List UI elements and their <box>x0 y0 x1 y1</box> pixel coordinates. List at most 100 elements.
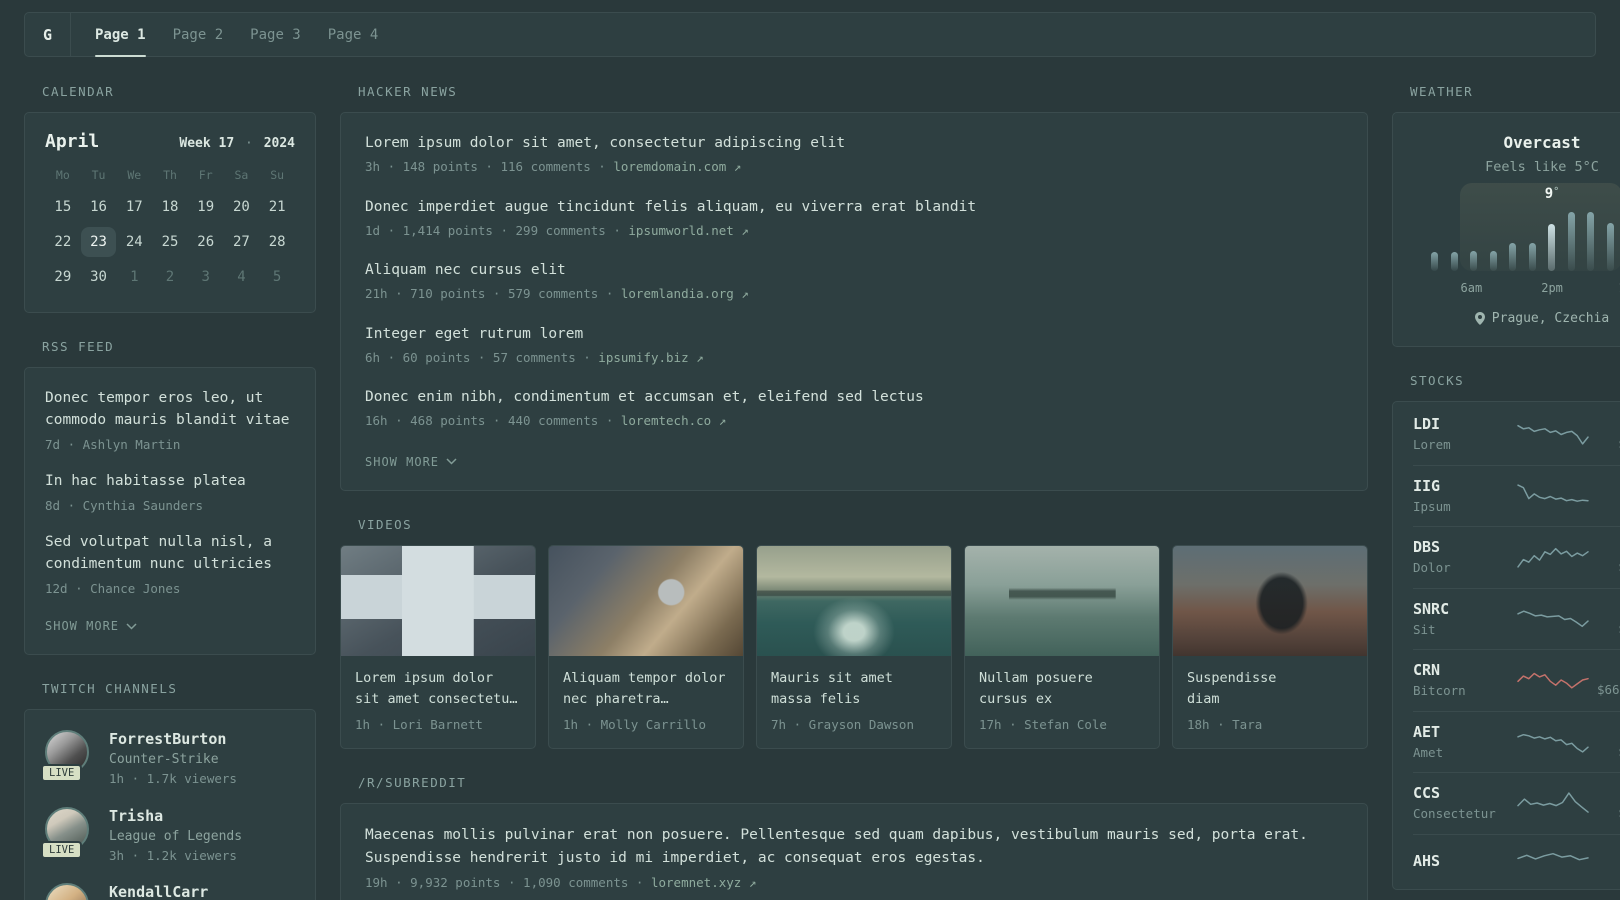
tab-page-3[interactable]: Page 3 <box>250 13 301 56</box>
calendar-day: 17 <box>125 199 143 215</box>
hn-item-title[interactable]: Aliquam nec cursus elit <box>365 260 1343 281</box>
stock-row[interactable]: SNRC Sit +1.36% $148.64 <box>1413 587 1620 650</box>
calendar-widget: CALENDAR April Week 17 · 2024 Mo Tu We Th Fr… <box>24 84 316 313</box>
tab-page-4[interactable]: Page 4 <box>328 13 379 56</box>
video-card[interactable]: Mauris sit amet massa felis 7h · Grayson … <box>756 544 952 749</box>
app-logo: G <box>25 13 71 56</box>
hn-item-title[interactable]: Donec enim nibh, condimentum et accumsan… <box>365 387 1343 408</box>
weather-bar <box>1489 251 1497 271</box>
avatar: LIVE <box>45 883 93 900</box>
stock-info: DBS Dolor <box>1413 538 1509 577</box>
hn-item-domain[interactable]: ipsumworld.net ↗ <box>628 223 748 238</box>
stock-symbol[interactable]: CCS <box>1413 784 1509 802</box>
video-meta: 1h · Molly Carrillo <box>563 717 706 733</box>
reddit-post-title[interactable]: Maecenas mollis pulvinar erat non posuer… <box>365 824 1343 870</box>
video-thumbnail <box>965 545 1159 656</box>
calendar-day: 20 <box>232 199 250 215</box>
video-info: Suspendisse diam 18h · Tara <box>1173 656 1367 748</box>
hacker-news-section-title: HACKER NEWS <box>358 84 458 99</box>
rss-item-meta: 8d · Cynthia Saunders <box>45 497 204 513</box>
stock-price: $156.28 <box>1597 558 1620 576</box>
reddit-widget: /R/SUBREDDIT Maecenas mollis pulvinar er… <box>340 775 1368 900</box>
stock-values: +4.35% $795.18 <box>1597 416 1620 453</box>
channel-info: ForrestBurton Counter-Strike 1h · 1.7k vie… <box>109 730 237 788</box>
calendar-weekday: Sa <box>234 168 249 182</box>
stock-values: +0.51% $165.84 <box>1597 785 1620 822</box>
weather-bar <box>1567 212 1575 271</box>
avatar: LIVE <box>41 806 93 859</box>
video-title[interactable]: Lorem ipsum dolor sit amet consectetu… <box>355 668 521 710</box>
video-card[interactable]: Suspendisse diam 18h · Tara <box>1172 544 1368 749</box>
calendar-day: 4 <box>237 269 246 285</box>
stock-symbol[interactable]: AHS <box>1413 852 1509 870</box>
hn-item-domain[interactable]: loremdomain.com ↗ <box>613 159 741 174</box>
channel-name[interactable]: Trisha <box>109 807 242 825</box>
rss-item-title[interactable]: Donec tempor eros leo, ut commodo mauris… <box>45 388 295 432</box>
tab-page-1[interactable]: Page 1 <box>95 13 146 57</box>
stock-symbol[interactable]: LDI <box>1413 415 1509 433</box>
calendar-month: April <box>45 131 100 152</box>
video-title[interactable]: Nullam posuere cursus ex <box>979 668 1145 710</box>
stock-row[interactable]: LDI Lorem +4.35% $795.18 <box>1413 404 1620 465</box>
videos-section-title: VIDEOS <box>358 516 413 532</box>
twitch-channel[interactable]: LIVE ForrestBurton Counter-Strike 1h · 1.7k… <box>41 730 295 788</box>
rss-item-title[interactable]: In hac habitasse platea <box>45 471 295 493</box>
hn-item-title[interactable]: Lorem ipsum dolor sit amet, consectetur … <box>365 133 1343 154</box>
video-thumbnail <box>341 545 535 656</box>
stock-row[interactable]: AET Amet +0.92% $499.72 <box>1413 710 1620 773</box>
hn-item-title[interactable]: Integer eget rutrum lorem <box>365 324 1343 345</box>
stock-name: Bitcorn <box>1413 683 1466 698</box>
stock-row[interactable]: AHS +0.46% <box>1413 833 1620 887</box>
video-info: Nullam posuere cursus ex 17h · Stefan Col… <box>965 656 1159 748</box>
hn-item-domain[interactable]: loremtech.co ↗ <box>621 413 726 428</box>
hn-item-meta: 6h · 60 points · 57 comments · ipsumify.… <box>365 349 704 365</box>
tab-page-2[interactable]: Page 2 <box>173 13 224 56</box>
chevron-down-icon <box>126 623 137 630</box>
video-card[interactable]: Nullam posuere cursus ex 17h · Stefan Col… <box>964 544 1160 749</box>
reddit-post-domain[interactable]: loremnet.xyz ↗ <box>651 875 756 890</box>
stock-row[interactable]: CCS Consectetur +0.51% $165.84 <box>1413 772 1620 834</box>
stock-name: Sit <box>1413 621 1436 637</box>
video-title[interactable]: Mauris sit amet massa felis <box>771 668 937 710</box>
videos-row: Lorem ipsum dolor sit amet consectetu… 1h… <box>340 544 1368 749</box>
rss-item-title[interactable]: Sed volutpat nulla nisl, a condimentum n… <box>45 532 295 576</box>
stock-symbol[interactable]: SNRC <box>1413 600 1509 618</box>
stock-symbol[interactable]: CRN <box>1413 661 1509 679</box>
stock-row[interactable]: IIG Ipsum +2.84% $42.04 <box>1413 464 1620 527</box>
stock-symbol[interactable]: AET <box>1413 723 1509 741</box>
calendar-day: 18 <box>161 199 179 215</box>
calendar-week-number: 17 <box>218 136 235 151</box>
reddit-post-meta: 19h · 9,932 points · 1,090 comments · lo… <box>365 875 757 891</box>
channel-name[interactable]: KendallCarr <box>109 883 208 900</box>
channel-name[interactable]: ForrestBurton <box>109 730 237 748</box>
hn-item-domain[interactable]: loremlandia.org ↗ <box>621 286 749 301</box>
video-title[interactable]: Aliquam tempor dolor nec pharetra… <box>563 668 729 710</box>
stock-sparkline <box>1517 852 1589 860</box>
stock-row[interactable]: CRN Bitcorn -1.00% $66,171.48 <box>1413 649 1620 711</box>
channel-info: KendallCarr <box>109 883 208 900</box>
stock-symbol[interactable]: DBS <box>1413 538 1509 556</box>
twitch-channel[interactable]: LIVE KendallCarr <box>45 883 295 900</box>
stock-values: +1.36% $148.64 <box>1597 601 1620 638</box>
video-card[interactable]: Aliquam tempor dolor nec pharetra… 1h · M… <box>548 544 744 749</box>
twitch-section-title: TWITCH CHANNELS <box>42 681 178 697</box>
calendar-weekday: Tu <box>91 168 106 182</box>
stock-row[interactable]: DBS Dolor +1.42% $156.28 <box>1413 526 1620 588</box>
hn-item: Aliquam nec cursus elit 21h · 710 points … <box>365 260 1343 303</box>
stock-symbol[interactable]: IIG <box>1413 477 1509 495</box>
hn-show-more-button[interactable]: SHOW MORE <box>365 455 457 469</box>
video-card[interactable]: Lorem ipsum dolor sit amet consectetu… 1h… <box>340 544 536 749</box>
calendar-weekday: We <box>127 168 142 182</box>
video-title[interactable]: Suspendisse diam <box>1187 668 1353 710</box>
rss-show-more-button[interactable]: SHOW MORE <box>45 619 137 633</box>
calendar-day: 21 <box>268 199 286 215</box>
hn-item-domain[interactable]: ipsumify.biz ↗ <box>598 350 703 365</box>
stock-sparkline <box>1517 548 1589 568</box>
reddit-card: Maecenas mollis pulvinar erat non posuer… <box>340 802 1368 900</box>
calendar-day: 2 <box>165 269 175 285</box>
video-meta: 1h · Lori Barnett <box>355 717 483 733</box>
twitch-channel[interactable]: LIVE Trisha League of Legends 3h · 1.2k vie… <box>41 806 295 865</box>
stock-sparkline <box>1517 610 1589 627</box>
hn-item-title[interactable]: Donec imperdiet augue tincidunt felis al… <box>365 197 1343 218</box>
weather-bar-current <box>1548 224 1556 271</box>
